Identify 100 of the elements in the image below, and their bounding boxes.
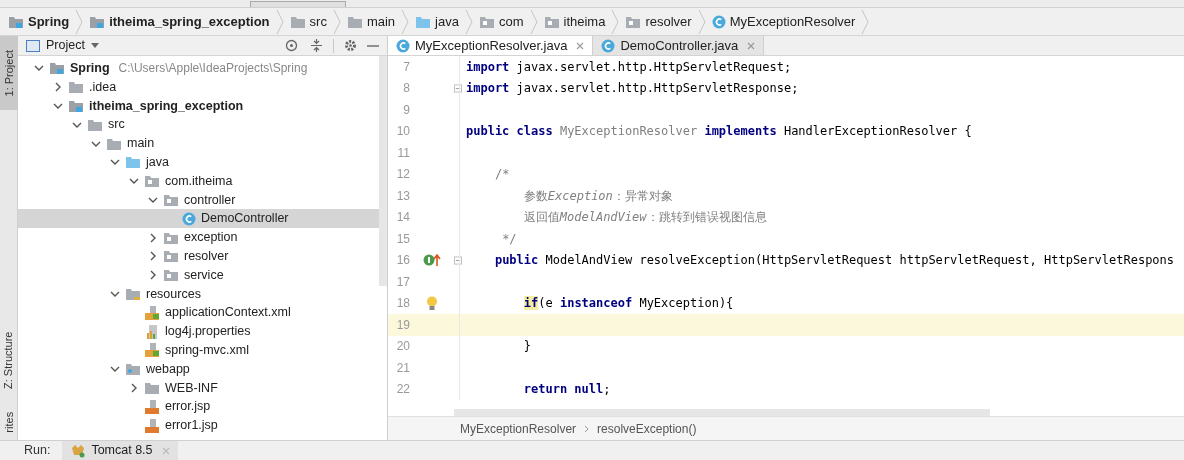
scrollbar-thumb[interactable]: [379, 56, 387, 286]
tree-item[interactable]: .idea: [18, 77, 379, 97]
separator-icon: [401, 9, 410, 34]
package-folder-icon: [163, 268, 179, 283]
package-folder-icon: [144, 174, 160, 189]
line-number: 13: [395, 187, 410, 205]
tree-item[interactable]: java: [18, 153, 379, 172]
line-number: 14: [395, 209, 410, 227]
line-number: 20: [395, 338, 410, 356]
tree-item[interactable]: resources: [18, 284, 379, 304]
class-icon: [396, 38, 410, 53]
navigation-crumb[interactable]: main: [346, 8, 416, 35]
separator-icon: [529, 9, 538, 34]
separator-icon: [275, 9, 284, 34]
tree-item[interactable]: applicationContext.xml: [18, 303, 379, 323]
tool-window-tab[interactable]: rites: [0, 404, 18, 440]
structure-crumb[interactable]: resolveException(): [597, 419, 697, 438]
collapse-all-icon[interactable]: [310, 39, 323, 52]
navigation-crumb[interactable]: resolver: [625, 8, 712, 35]
tree-item[interactable]: src: [18, 115, 379, 135]
panel-title-dropdown[interactable]: Project: [46, 36, 85, 55]
xml-file-icon: [144, 342, 160, 359]
dropdown-caret-icon[interactable]: [90, 42, 99, 49]
line-number: 22: [395, 381, 410, 399]
fold-marker-icon[interactable]: [454, 83, 462, 93]
tool-window-tab[interactable]: 1: Project: [0, 36, 18, 110]
editor-tab[interactable]: DemoController.java: [593, 36, 765, 55]
tree-item[interactable]: com.itheima: [18, 171, 379, 191]
project-path: C:\Users\Apple\IdeaProjects\Spring: [118, 60, 308, 78]
settings-icon[interactable]: [344, 39, 357, 52]
run-label: Run:: [24, 442, 51, 460]
tree-item[interactable]: error1.jsp: [18, 416, 379, 435]
tree-item[interactable]: itheima_spring_exception: [18, 96, 379, 116]
lightbulb-icon[interactable]: [426, 295, 438, 311]
line-number: 19: [395, 316, 410, 334]
code-text: import javax.servlet.http.HttpServletResponse;: [465, 80, 799, 98]
module-folder-icon: [68, 99, 84, 113]
tree-item[interactable]: DemoController: [18, 209, 379, 229]
package-folder-icon: [163, 192, 179, 207]
tree-item[interactable]: controller: [18, 190, 379, 210]
package-folder-icon: [543, 14, 560, 29]
separator-icon: [861, 9, 870, 34]
fold-marker-icon[interactable]: [454, 255, 462, 265]
line-number: 15: [395, 230, 410, 248]
tree-item[interactable]: webapp: [18, 359, 379, 379]
navigation-crumb[interactable]: com: [478, 8, 544, 35]
tree-item[interactable]: Spring C:\Users\Apple\IdeaProjects\Spring: [18, 59, 379, 78]
folder-icon: [346, 14, 363, 29]
structure-crumb[interactable]: MyExceptionResolver: [460, 419, 577, 438]
code-text: return null;: [522, 381, 611, 399]
tree-item[interactable]: WEB-INF: [18, 378, 379, 398]
code-text: 返回值ModelAndView：跳转到错误视图信息: [522, 209, 767, 227]
module-folder-icon: [8, 14, 24, 29]
code-text: }: [522, 338, 532, 356]
folder-icon: [289, 14, 306, 29]
tree-item[interactable]: resolver: [18, 246, 379, 266]
line-number: 16: [395, 252, 410, 270]
navigation-crumb[interactable]: itheima_spring_exception: [89, 8, 290, 35]
folder-icon: [106, 136, 122, 151]
resources-folder-icon: [125, 286, 141, 301]
folder-icon: [68, 80, 84, 95]
line-number: 18: [395, 295, 410, 313]
navigation-crumb[interactable]: MyExceptionResolver: [711, 8, 876, 35]
navigation-crumb[interactable]: src: [289, 8, 347, 35]
chevron-icon: [584, 424, 590, 433]
separator-icon: [697, 9, 706, 34]
panel-icon: [26, 39, 40, 52]
module-folder-icon: [49, 61, 65, 76]
web-folder-icon: [125, 362, 141, 377]
run-tab[interactable]: Tomcat 8.5: [62, 441, 178, 460]
source-folder-icon: [125, 155, 141, 170]
tool-window-tab[interactable]: Z: Structure: [0, 316, 18, 404]
line-number: 8: [402, 80, 410, 98]
tree-item[interactable]: log4j.properties: [18, 322, 379, 341]
close-icon[interactable]: [576, 41, 585, 50]
line-number: 17: [395, 273, 410, 291]
xml-file-icon: [144, 304, 160, 321]
horizontal-scrollbar[interactable]: [454, 409, 990, 416]
tree-item[interactable]: main: [18, 134, 379, 153]
editor-tab[interactable]: MyExceptionResolver.java: [388, 36, 594, 55]
code-text: public ModelAndView resolveException(HttpServletRequest httpServletRequest, HttpServletRespons: [493, 252, 1175, 270]
tree-item[interactable]: service: [18, 265, 379, 285]
locate-icon[interactable]: [285, 39, 298, 52]
tree-item[interactable]: spring-mvc.xml: [18, 340, 379, 360]
implements-method-icon[interactable]: [423, 253, 441, 268]
line-number: 12: [395, 166, 410, 184]
class-icon: [601, 38, 616, 53]
navigation-crumb[interactable]: java: [415, 8, 479, 35]
package-folder-icon: [163, 249, 179, 264]
line-number: 7: [402, 58, 410, 76]
separator-icon: [464, 9, 473, 34]
code-text: 参数Exception：异常对象: [522, 187, 673, 205]
code-text: public class MyExceptionResolver implements HandlerExceptionResolver {: [465, 123, 972, 141]
tree-item[interactable]: error.jsp: [18, 397, 379, 417]
navigation-crumb[interactable]: Spring: [8, 8, 90, 35]
line-number: 11: [396, 144, 410, 162]
class-icon: [182, 211, 196, 226]
line-number: 21: [395, 359, 410, 377]
navigation-crumb[interactable]: itheima: [543, 8, 626, 35]
tree-item[interactable]: exception: [18, 228, 379, 247]
